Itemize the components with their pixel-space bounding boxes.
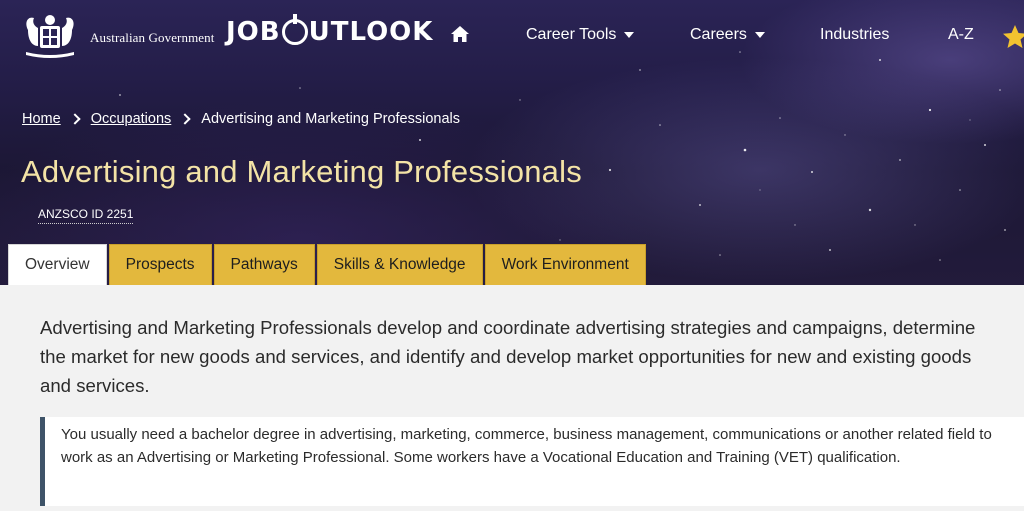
star-icon[interactable] [1002,24,1024,50]
page-title: Advertising and Marketing Professionals [21,154,582,189]
breadcrumb-home-link[interactable]: Home [22,111,61,127]
breadcrumb: Home Occupations Advertising and Marketi… [22,111,460,127]
nav-careers-label: Careers [690,26,747,43]
anzsco-id[interactable]: ANZSCO ID 2251 [38,207,134,224]
breadcrumb-current: Advertising and Marketing Professionals [201,111,461,127]
home-icon[interactable] [450,24,470,44]
tab-label: Work Environment [501,256,629,273]
tab-skills-knowledge[interactable]: Skills & Knowledge [316,244,483,285]
tab-label: Prospects [125,256,195,273]
government-name: Australian Government [90,30,215,45]
breadcrumb-occupations-link[interactable]: Occupations [91,111,172,127]
overview-panel: Advertising and Marketing Professionals … [0,285,1024,511]
qualification-text: You usually need a bachelor degree in ad… [61,426,992,466]
tab-overview[interactable]: Overview [8,244,107,285]
tab-prospects[interactable]: Prospects [108,244,212,285]
chevron-right-icon [69,113,81,125]
tab-work-environment[interactable]: Work Environment [484,244,646,285]
top-navigation: Australian Government JOB UTLOOK Career … [0,0,1024,78]
nav-careers[interactable]: Careers [690,26,765,44]
tab-label: Pathways [230,256,298,273]
occupation-tabs: Overview Prospects Pathways Skills & Kno… [8,244,648,285]
nav-a-z-label: A-Z [948,26,974,43]
chevron-down-icon [754,32,765,38]
logo-ring-icon [281,14,308,45]
tab-pathways[interactable]: Pathways [213,244,315,285]
nav-a-z[interactable]: A-Z [948,26,974,44]
chevron-right-icon [179,113,191,125]
nav-career-tools[interactable]: Career Tools [526,26,635,44]
coat-of-arms-icon[interactable] [18,12,82,62]
brand-text-left: JOB [226,17,281,47]
tab-label: Skills & Knowledge [333,256,466,273]
occupation-summary: Advertising and Marketing Professionals … [40,317,976,396]
brand-text-right: UTLOOK [308,17,434,47]
qualification-callout: You usually need a bachelor degree in ad… [40,417,1024,506]
chevron-down-icon [624,32,635,38]
nav-industries-label: Industries [820,26,890,43]
tab-label: Overview [25,256,90,273]
nav-industries[interactable]: Industries [820,26,889,44]
joboutlook-logo[interactable]: JOB UTLOOK [226,14,434,47]
nav-career-tools-label: Career Tools [526,26,617,43]
